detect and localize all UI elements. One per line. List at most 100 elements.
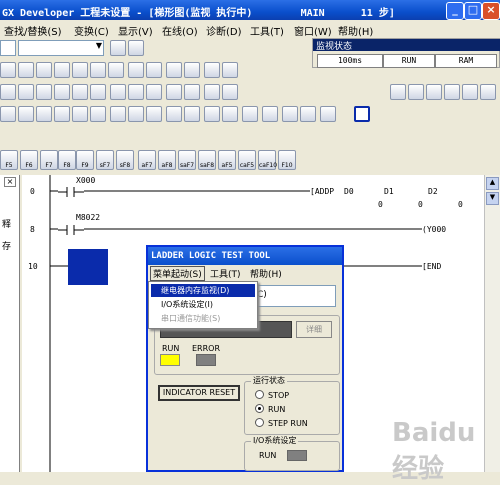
note-icon[interactable] bbox=[90, 84, 106, 100]
fkey-saf8[interactable]: saF8 bbox=[198, 150, 216, 170]
prog-g-icon[interactable] bbox=[110, 106, 126, 122]
prog-icon[interactable] bbox=[0, 106, 16, 122]
sfc-icon[interactable] bbox=[36, 84, 52, 100]
prog-k-icon[interactable] bbox=[184, 106, 200, 122]
menu-online[interactable]: 在线(O) bbox=[162, 23, 198, 38]
fkey-saf7[interactable]: saF7 bbox=[178, 150, 196, 170]
write-icon[interactable] bbox=[128, 62, 144, 78]
monitor-icon[interactable] bbox=[222, 62, 238, 78]
fkey-sf7[interactable]: sF7 bbox=[96, 150, 114, 170]
dialog-menu-start[interactable]: 菜单起动(S) bbox=[150, 266, 205, 281]
program-list-icon[interactable] bbox=[110, 40, 126, 56]
view-b-icon[interactable] bbox=[408, 84, 424, 100]
contact-m8022[interactable] bbox=[58, 225, 84, 235]
alias-icon[interactable] bbox=[110, 84, 126, 100]
prog-e-icon[interactable] bbox=[72, 106, 88, 122]
program-dropdown[interactable]: ▼ bbox=[18, 40, 104, 56]
view-f-icon[interactable] bbox=[480, 84, 496, 100]
instr-addp[interactable]: [ADDP bbox=[310, 187, 335, 196]
prog-o-icon[interactable] bbox=[262, 106, 278, 122]
find-instruction-icon[interactable] bbox=[108, 62, 124, 78]
menu-window[interactable]: 窗口(W) bbox=[294, 23, 332, 38]
batch-icon[interactable] bbox=[166, 84, 182, 100]
scroll-down-icon[interactable]: ▼ bbox=[486, 192, 499, 205]
prog-l-icon[interactable] bbox=[204, 106, 220, 122]
fkey-sf8[interactable]: sF8 bbox=[116, 150, 134, 170]
step-icon[interactable] bbox=[222, 84, 238, 100]
device-icon[interactable] bbox=[128, 84, 144, 100]
fkey-af5[interactable]: aF5 bbox=[218, 150, 236, 170]
find-device-icon[interactable] bbox=[90, 62, 106, 78]
pane-close-icon[interactable]: × bbox=[4, 177, 16, 187]
fkey-f8[interactable]: F8 bbox=[58, 150, 76, 170]
menu-item-io-setting[interactable]: I/O系统设定(I) bbox=[151, 298, 255, 311]
menu-tools[interactable]: 工具(T) bbox=[250, 23, 284, 38]
prog-f-icon[interactable] bbox=[90, 106, 106, 122]
trace-icon[interactable] bbox=[204, 84, 220, 100]
cut-icon[interactable] bbox=[0, 62, 16, 78]
prog-m-icon[interactable] bbox=[222, 106, 238, 122]
fkey-f5[interactable]: F5 bbox=[0, 150, 18, 170]
param-icon[interactable] bbox=[128, 40, 144, 56]
menu-find[interactable]: 查找/替换(S) bbox=[4, 23, 62, 38]
list-icon[interactable] bbox=[18, 84, 34, 100]
view-e-icon[interactable] bbox=[462, 84, 478, 100]
undo-icon[interactable] bbox=[54, 62, 70, 78]
view-c-icon[interactable] bbox=[426, 84, 442, 100]
prog-j-icon[interactable] bbox=[166, 106, 182, 122]
radio-stop[interactable]: STOP bbox=[255, 390, 289, 400]
view-d-icon[interactable] bbox=[444, 84, 460, 100]
indicator-reset-button[interactable]: INDICATOR RESET bbox=[158, 385, 240, 401]
statement-icon[interactable] bbox=[72, 84, 88, 100]
minimize-button[interactable]: _ bbox=[446, 2, 464, 20]
radio-run[interactable]: RUN bbox=[255, 404, 285, 414]
fkey-caf10[interactable]: caF10 bbox=[258, 150, 277, 170]
maximize-button[interactable]: □ bbox=[464, 2, 482, 20]
find-icon[interactable] bbox=[72, 62, 88, 78]
dialog-menu-help[interactable]: 帮助(H) bbox=[250, 267, 282, 280]
menu-diagnose[interactable]: 诊断(D) bbox=[206, 23, 242, 38]
fkey-f10[interactable]: F10 bbox=[278, 150, 296, 170]
project-dropdown[interactable] bbox=[0, 40, 16, 56]
prog-r-icon[interactable] bbox=[320, 106, 336, 122]
view-a-icon[interactable] bbox=[390, 84, 406, 100]
test-icon[interactable] bbox=[184, 84, 200, 100]
screen-icon[interactable] bbox=[204, 62, 220, 78]
prog-d-icon[interactable] bbox=[54, 106, 70, 122]
instr-end[interactable]: [END bbox=[422, 262, 442, 271]
entry-icon[interactable] bbox=[146, 84, 162, 100]
prog-h-icon[interactable] bbox=[128, 106, 144, 122]
menu-help[interactable]: 帮助(H) bbox=[338, 23, 373, 38]
prog-i-icon[interactable] bbox=[146, 106, 162, 122]
menu-convert[interactable]: 变换(C) bbox=[74, 23, 109, 38]
fkey-caf5[interactable]: caF5 bbox=[238, 150, 256, 170]
prog-n-icon[interactable] bbox=[242, 106, 258, 122]
ladder-view-icon[interactable] bbox=[354, 106, 370, 122]
fkey-f7[interactable]: F7 bbox=[40, 150, 58, 170]
zoom-in-icon[interactable] bbox=[166, 62, 182, 78]
detail-button[interactable]: 详细 bbox=[296, 321, 332, 338]
prog-q-icon[interactable] bbox=[300, 106, 316, 122]
prog-p-icon[interactable] bbox=[282, 106, 298, 122]
fkey-f6[interactable]: F6 bbox=[20, 150, 38, 170]
fkey-af7[interactable]: aF7 bbox=[138, 150, 156, 170]
dialog-menu-tools[interactable]: 工具(T) bbox=[210, 267, 241, 280]
scroll-up-icon[interactable]: ▲ bbox=[486, 177, 499, 190]
read-icon[interactable] bbox=[146, 62, 162, 78]
fkey-f9[interactable]: F9 bbox=[76, 150, 94, 170]
fkey-af8[interactable]: aF8 bbox=[158, 150, 176, 170]
ladder-icon[interactable] bbox=[0, 84, 16, 100]
prog-c-icon[interactable] bbox=[36, 106, 52, 122]
zoom-out-icon[interactable] bbox=[184, 62, 200, 78]
prog-b-icon[interactable] bbox=[18, 106, 34, 122]
menu-view[interactable]: 显示(V) bbox=[118, 23, 153, 38]
copy-icon[interactable] bbox=[18, 62, 34, 78]
contact-x000[interactable] bbox=[58, 187, 84, 197]
menu-item-relay-monitor[interactable]: 继电器内存监视(D) bbox=[151, 284, 255, 297]
coil-y000[interactable]: (Y000 bbox=[422, 225, 447, 234]
radio-step-run[interactable]: STEP RUN bbox=[255, 418, 308, 428]
comment-icon[interactable] bbox=[54, 84, 70, 100]
paste-icon[interactable] bbox=[36, 62, 52, 78]
cursor-selection[interactable] bbox=[68, 249, 108, 285]
close-button[interactable]: × bbox=[482, 2, 500, 20]
